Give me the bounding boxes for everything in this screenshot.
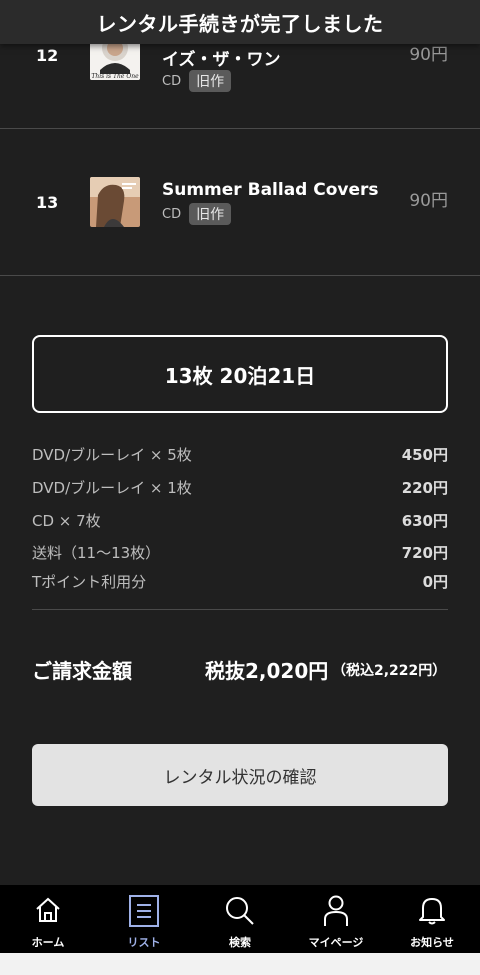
rental-status-button[interactable]: レンタル状況の確認 xyxy=(32,744,448,806)
bell-icon xyxy=(419,898,445,925)
breakdown-amount: 220円 xyxy=(401,479,448,497)
old-release-badge: 旧作 xyxy=(189,203,232,225)
item-title: イズ・ザ・ワン xyxy=(162,50,281,70)
home-icon xyxy=(36,897,60,922)
breakdown-line: CD × 7枚 630円 xyxy=(32,510,448,531)
item-meta: CD 旧作 xyxy=(162,70,232,92)
tab-label: マイページ xyxy=(308,936,364,949)
breakdown-label: DVD/ブルーレイ × 1枚 xyxy=(32,479,192,497)
item-meta: CD 旧作 xyxy=(162,203,232,225)
completion-toast: レンタル手続きが完了しました xyxy=(0,0,480,44)
system-nav-area xyxy=(0,953,480,975)
breakdown-label: Tポイント利用分 xyxy=(32,573,147,591)
item-number: 13 xyxy=(36,193,59,212)
total-excl-tax: 税抜2,020円 xyxy=(205,659,329,683)
breakdown-amount: 720円 xyxy=(401,544,448,562)
tab-notifications[interactable]: お知らせ xyxy=(384,885,480,953)
item-format: CD xyxy=(162,206,182,222)
toast-message: レンタル手続きが完了しました xyxy=(96,11,384,36)
tab-label: お知らせ xyxy=(410,936,454,949)
tab-label: 検索 xyxy=(229,936,251,949)
old-release-badge: 旧作 xyxy=(189,70,232,92)
breakdown-amount: 0円 xyxy=(422,573,448,591)
rental-summary-text: 13枚 20泊21日 xyxy=(164,363,316,388)
item-title: Summer Ballad Covers xyxy=(162,180,379,200)
rental-summary-box: 13枚 20泊21日 xyxy=(32,335,448,413)
breakdown-line: DVD/ブルーレイ × 1枚 220円 xyxy=(32,477,448,498)
breakdown-label: 送料（11〜13枚） xyxy=(32,544,161,562)
tab-list[interactable]: リスト xyxy=(96,885,192,953)
rental-status-button-label: レンタル状況の確認 xyxy=(163,767,317,788)
tab-search[interactable]: 検索 xyxy=(192,885,288,953)
breakdown-amount: 450円 xyxy=(401,446,448,464)
album-cover-text: This is The One xyxy=(91,73,139,80)
breakdown-amount: 630円 xyxy=(401,512,448,530)
bottom-tab-bar: ホーム リスト 検索 マイページ お知らせ xyxy=(0,885,480,953)
album-cover xyxy=(90,177,140,227)
tab-home[interactable]: ホーム xyxy=(0,885,96,953)
section-divider xyxy=(32,609,448,610)
list-icon xyxy=(129,895,159,927)
tab-label: リスト xyxy=(127,936,161,949)
breakdown-line: Tポイント利用分 0円 xyxy=(32,571,448,592)
item-number: 12 xyxy=(36,46,59,65)
breakdown-label: CD × 7枚 xyxy=(32,512,101,530)
total-incl-tax: （税込2,222円） xyxy=(332,663,447,679)
list-item[interactable]: 13 Summer Ballad Covers CD 旧作 90円 xyxy=(0,129,480,275)
tab-mypage[interactable]: マイページ xyxy=(288,885,384,953)
breakdown-label: DVD/ブルーレイ × 5枚 xyxy=(32,446,192,464)
total-label: ご請求金額 xyxy=(32,659,132,683)
breakdown-line: DVD/ブルーレイ × 5枚 450円 xyxy=(32,444,448,465)
row-divider xyxy=(0,275,480,276)
tab-label: ホーム xyxy=(31,936,65,949)
breakdown-line: 送料（11〜13枚） 720円 xyxy=(32,542,448,563)
person-icon xyxy=(324,895,348,926)
search-icon xyxy=(226,897,254,925)
item-price: 90円 xyxy=(409,191,448,211)
item-format: CD xyxy=(162,73,182,89)
